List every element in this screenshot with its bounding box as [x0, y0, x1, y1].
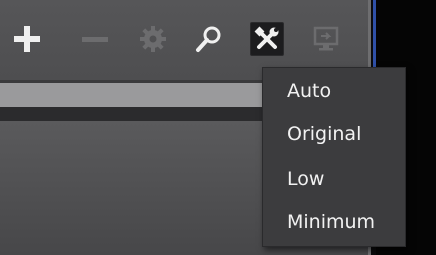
tools-button[interactable] [250, 22, 284, 56]
plus-icon [14, 26, 40, 52]
menu-item-original[interactable]: Original [287, 122, 361, 146]
settings-button[interactable] [136, 22, 170, 56]
minus-icon [82, 37, 108, 42]
app-window: Auto Original Low Minimum [0, 0, 436, 255]
display-button[interactable] [310, 22, 344, 56]
gear-icon [140, 26, 166, 52]
menu-item-low[interactable]: Low [287, 167, 324, 191]
quality-menu: Auto Original Low Minimum [262, 67, 406, 247]
display-icon [313, 26, 339, 51]
menu-item-auto[interactable]: Auto [287, 79, 331, 103]
tools-icon [254, 26, 279, 49]
add-button[interactable] [10, 22, 44, 56]
menu-item-minimum[interactable]: Minimum [287, 210, 375, 234]
search-icon [196, 26, 221, 52]
search-button[interactable] [192, 22, 226, 56]
remove-button[interactable] [78, 22, 112, 56]
